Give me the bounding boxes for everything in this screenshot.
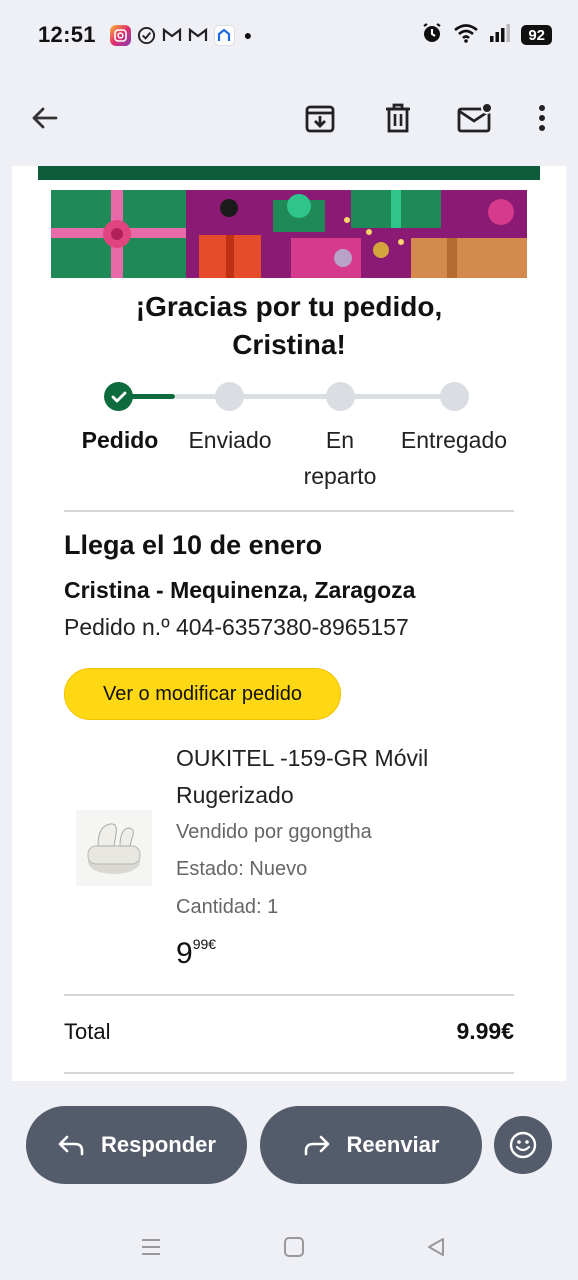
product-quantity: Cantidad: 1 bbox=[176, 896, 279, 918]
progress-step-pedido-dot bbox=[104, 382, 133, 411]
more-vert-icon[interactable] bbox=[522, 98, 562, 138]
product-name[interactable]: OUKITEL -159-GR Móvil Rugerizado bbox=[176, 740, 516, 814]
progress-step-enviado-dot bbox=[215, 382, 244, 411]
order-card: ¡Gracias por tu pedido, Cristina! Pedido… bbox=[38, 166, 540, 1081]
shipping-address: Cristina - Mequinenza, Zaragoza bbox=[64, 577, 416, 603]
signal-icon bbox=[489, 23, 511, 48]
price-fraction: 99€ bbox=[192, 936, 217, 952]
product-condition: Estado: Nuevo bbox=[176, 858, 308, 880]
progress-step-label-entregado: Entregado bbox=[400, 427, 508, 453]
total-label: Total bbox=[64, 1019, 111, 1044]
order-number: Pedido n.º 404-6357380-8965157 bbox=[64, 614, 409, 640]
check-icon bbox=[111, 391, 126, 402]
forward-icon bbox=[304, 1135, 329, 1156]
product-price: 999€ bbox=[176, 936, 216, 971]
email-body[interactable]: ¡Gracias por tu pedido, Cristina! Pedido… bbox=[12, 166, 566, 1081]
reply-label: Responder bbox=[101, 1132, 216, 1157]
emoji-reaction-button[interactable] bbox=[494, 1116, 552, 1174]
more-notifications-dot-icon: ● bbox=[243, 27, 253, 43]
progress-step-label-enviado: Enviado bbox=[188, 427, 272, 453]
progress-step-reparto-dot bbox=[326, 382, 355, 411]
instagram-icon bbox=[109, 24, 131, 46]
forward-button[interactable]: Reenviar bbox=[260, 1106, 482, 1184]
status-bar: 12:51 ● 92 bbox=[0, 0, 578, 70]
gmail-icon bbox=[188, 25, 209, 46]
check-circle-icon bbox=[136, 25, 157, 46]
reply-icon bbox=[58, 1135, 84, 1156]
thank-you-heading: ¡Gracias por tu pedido, Cristina! bbox=[38, 288, 540, 364]
order-progress-tracker: Pedido Enviado En reparto Entregado bbox=[38, 380, 540, 500]
divider bbox=[64, 1072, 514, 1074]
holiday-banner-image bbox=[51, 190, 527, 278]
forward-label: Reenviar bbox=[346, 1132, 440, 1157]
alarm-icon bbox=[421, 22, 443, 49]
progress-step-label-reparto: En reparto bbox=[303, 427, 377, 489]
product-seller: Vendido por ggongtha bbox=[176, 821, 372, 843]
view-modify-order-button[interactable]: Ver o modificar pedido bbox=[64, 668, 341, 720]
battery-indicator: 92 bbox=[521, 25, 552, 45]
archive-icon[interactable] bbox=[300, 98, 340, 138]
back-nav-icon[interactable] bbox=[421, 1232, 451, 1262]
divider bbox=[64, 510, 514, 512]
progress-step-entregado-dot bbox=[440, 382, 469, 411]
notification-icons: ● bbox=[109, 24, 253, 46]
reply-button[interactable]: Responder bbox=[26, 1106, 247, 1184]
gmail-icon bbox=[162, 25, 183, 46]
mark-unread-icon[interactable] bbox=[455, 98, 495, 138]
total-value: 9.99€ bbox=[456, 1018, 514, 1044]
home-icon[interactable] bbox=[279, 1232, 309, 1262]
arrival-date: Llega el 10 de enero bbox=[64, 530, 323, 560]
status-time: 12:51 bbox=[38, 22, 96, 47]
product-image[interactable] bbox=[76, 810, 152, 886]
progress-step-label-pedido: Pedido bbox=[81, 427, 159, 453]
system-icons: 92 bbox=[421, 22, 552, 49]
recents-icon[interactable] bbox=[136, 1232, 166, 1262]
divider bbox=[64, 994, 514, 996]
email-toolbar bbox=[0, 70, 578, 166]
wifi-icon bbox=[453, 23, 479, 48]
price-whole: 9 bbox=[176, 937, 193, 970]
heading-line-2: Cristina! bbox=[232, 329, 346, 360]
heading-line-1: ¡Gracias por tu pedido, bbox=[135, 291, 443, 322]
delete-icon[interactable] bbox=[378, 98, 418, 138]
home-app-icon bbox=[213, 24, 235, 46]
smiley-icon bbox=[509, 1131, 537, 1159]
back-arrow-icon[interactable] bbox=[24, 98, 64, 138]
header-band bbox=[38, 166, 540, 180]
system-nav-bar bbox=[0, 1214, 578, 1280]
